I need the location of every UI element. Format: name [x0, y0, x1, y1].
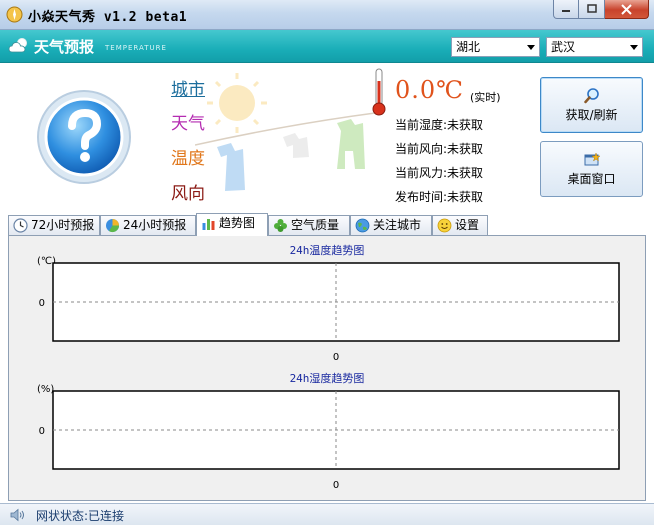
realtime-label: (实时): [470, 91, 501, 104]
tab-label: 设置: [455, 218, 480, 232]
trend-charts: 24h温度趋势图 (℃) 0 0 24h湿度趋势图 (%) 0 0: [37, 243, 620, 491]
city-value: 武汉: [551, 40, 576, 54]
weather-info-panel: 城市 天气 温度 风向 0.0℃ (实时) 当前湿度:未获取 当前风向:未获取 …: [0, 63, 654, 213]
thermometer-icon: [372, 68, 386, 116]
bar-chart-icon: [202, 219, 215, 230]
decoration-sun-clothes-icon: [195, 73, 376, 191]
tab-72h-forecast[interactable]: 72小时预报: [8, 215, 100, 235]
minimize-icon: [562, 10, 570, 12]
magnifier-icon: [583, 88, 599, 104]
humidity-ytick: 0: [39, 426, 45, 437]
desktop-window-button[interactable]: 桌面窗口: [540, 141, 643, 197]
chevron-down-icon: [630, 45, 638, 50]
refresh-button[interactable]: 获取/刷新: [540, 77, 643, 133]
humidity-status: 当前湿度:未获取: [395, 118, 484, 132]
app-logo-icon: [6, 6, 23, 23]
refresh-button-label: 获取/刷新: [565, 108, 618, 122]
tab-label: 72小时预报: [31, 218, 95, 232]
city-label[interactable]: 城市: [171, 75, 205, 100]
maximize-button[interactable]: [579, 0, 605, 19]
humidity-chart-title: 24h湿度趋势图: [290, 371, 365, 385]
province-value: 湖北: [456, 40, 481, 54]
title-bar: 小焱天气秀 v1.2 beta1: [0, 0, 654, 30]
wind-direction-status: 当前风向:未获取: [395, 142, 484, 156]
temperature-ytick: 0: [39, 298, 45, 309]
temperature-chart-title: 24h温度趋势图: [290, 243, 365, 257]
close-button[interactable]: [605, 0, 649, 19]
trend-chart-panel: 24h温度趋势图 (℃) 0 0 24h湿度趋势图 (%) 0 0: [8, 235, 646, 501]
tab-air-quality[interactable]: 空气质量: [268, 215, 350, 235]
wind-label: 风向: [171, 184, 205, 204]
province-select[interactable]: 湖北: [451, 37, 540, 57]
header-subtitle: TEMPERATURE: [105, 44, 167, 52]
tab-label: 趋势图: [219, 216, 256, 230]
smiley-icon: [437, 218, 452, 233]
tab-followed-cities[interactable]: 关注城市: [350, 215, 432, 235]
chevron-down-icon: [527, 45, 535, 50]
tab-settings[interactable]: 设置: [432, 215, 488, 235]
humidity-chart-ylabel: (%): [37, 384, 54, 395]
status-bar: 网状状态:已连接: [0, 503, 654, 525]
desktop-window-icon: [584, 152, 600, 166]
close-icon: [621, 3, 632, 15]
city-select[interactable]: 武汉: [546, 37, 643, 57]
temperature-xtick: 0: [333, 352, 339, 363]
humidity-xtick: 0: [333, 480, 339, 491]
unknown-weather-icon: [37, 90, 131, 184]
temperature-value: 0.0℃: [395, 76, 465, 104]
maximize-icon: [586, 4, 597, 13]
tab-label: 24小时预报: [123, 218, 187, 232]
clock-icon: [13, 218, 28, 233]
tab-trend-chart[interactable]: 趋势图: [196, 213, 268, 236]
tab-label: 空气质量: [291, 218, 340, 232]
window-title: 小焱天气秀 v1.2 beta1: [28, 10, 188, 25]
pie-chart-icon: [106, 219, 120, 233]
weather-label: 天气: [171, 114, 205, 134]
temperature-label: 温度: [171, 149, 205, 169]
speaker-icon: [10, 508, 24, 522]
header-title: 天气预报: [34, 38, 95, 56]
wind-power-status: 当前风力:未获取: [395, 166, 484, 180]
network-status: 网状状态:已连接: [36, 509, 125, 523]
leaf-icon: [274, 219, 287, 232]
header-banner: 天气预报 TEMPERATURE 湖北 武汉: [0, 30, 654, 63]
weather-cloud-icon: [8, 38, 27, 53]
globe-icon: [355, 218, 370, 233]
desktop-window-button-label: 桌面窗口: [567, 172, 616, 186]
minimize-button[interactable]: [553, 0, 579, 19]
tab-label: 关注城市: [373, 218, 422, 232]
tab-24h-forecast[interactable]: 24小时预报: [100, 215, 196, 235]
publish-time-status: 发布时间:未获取: [395, 190, 484, 204]
